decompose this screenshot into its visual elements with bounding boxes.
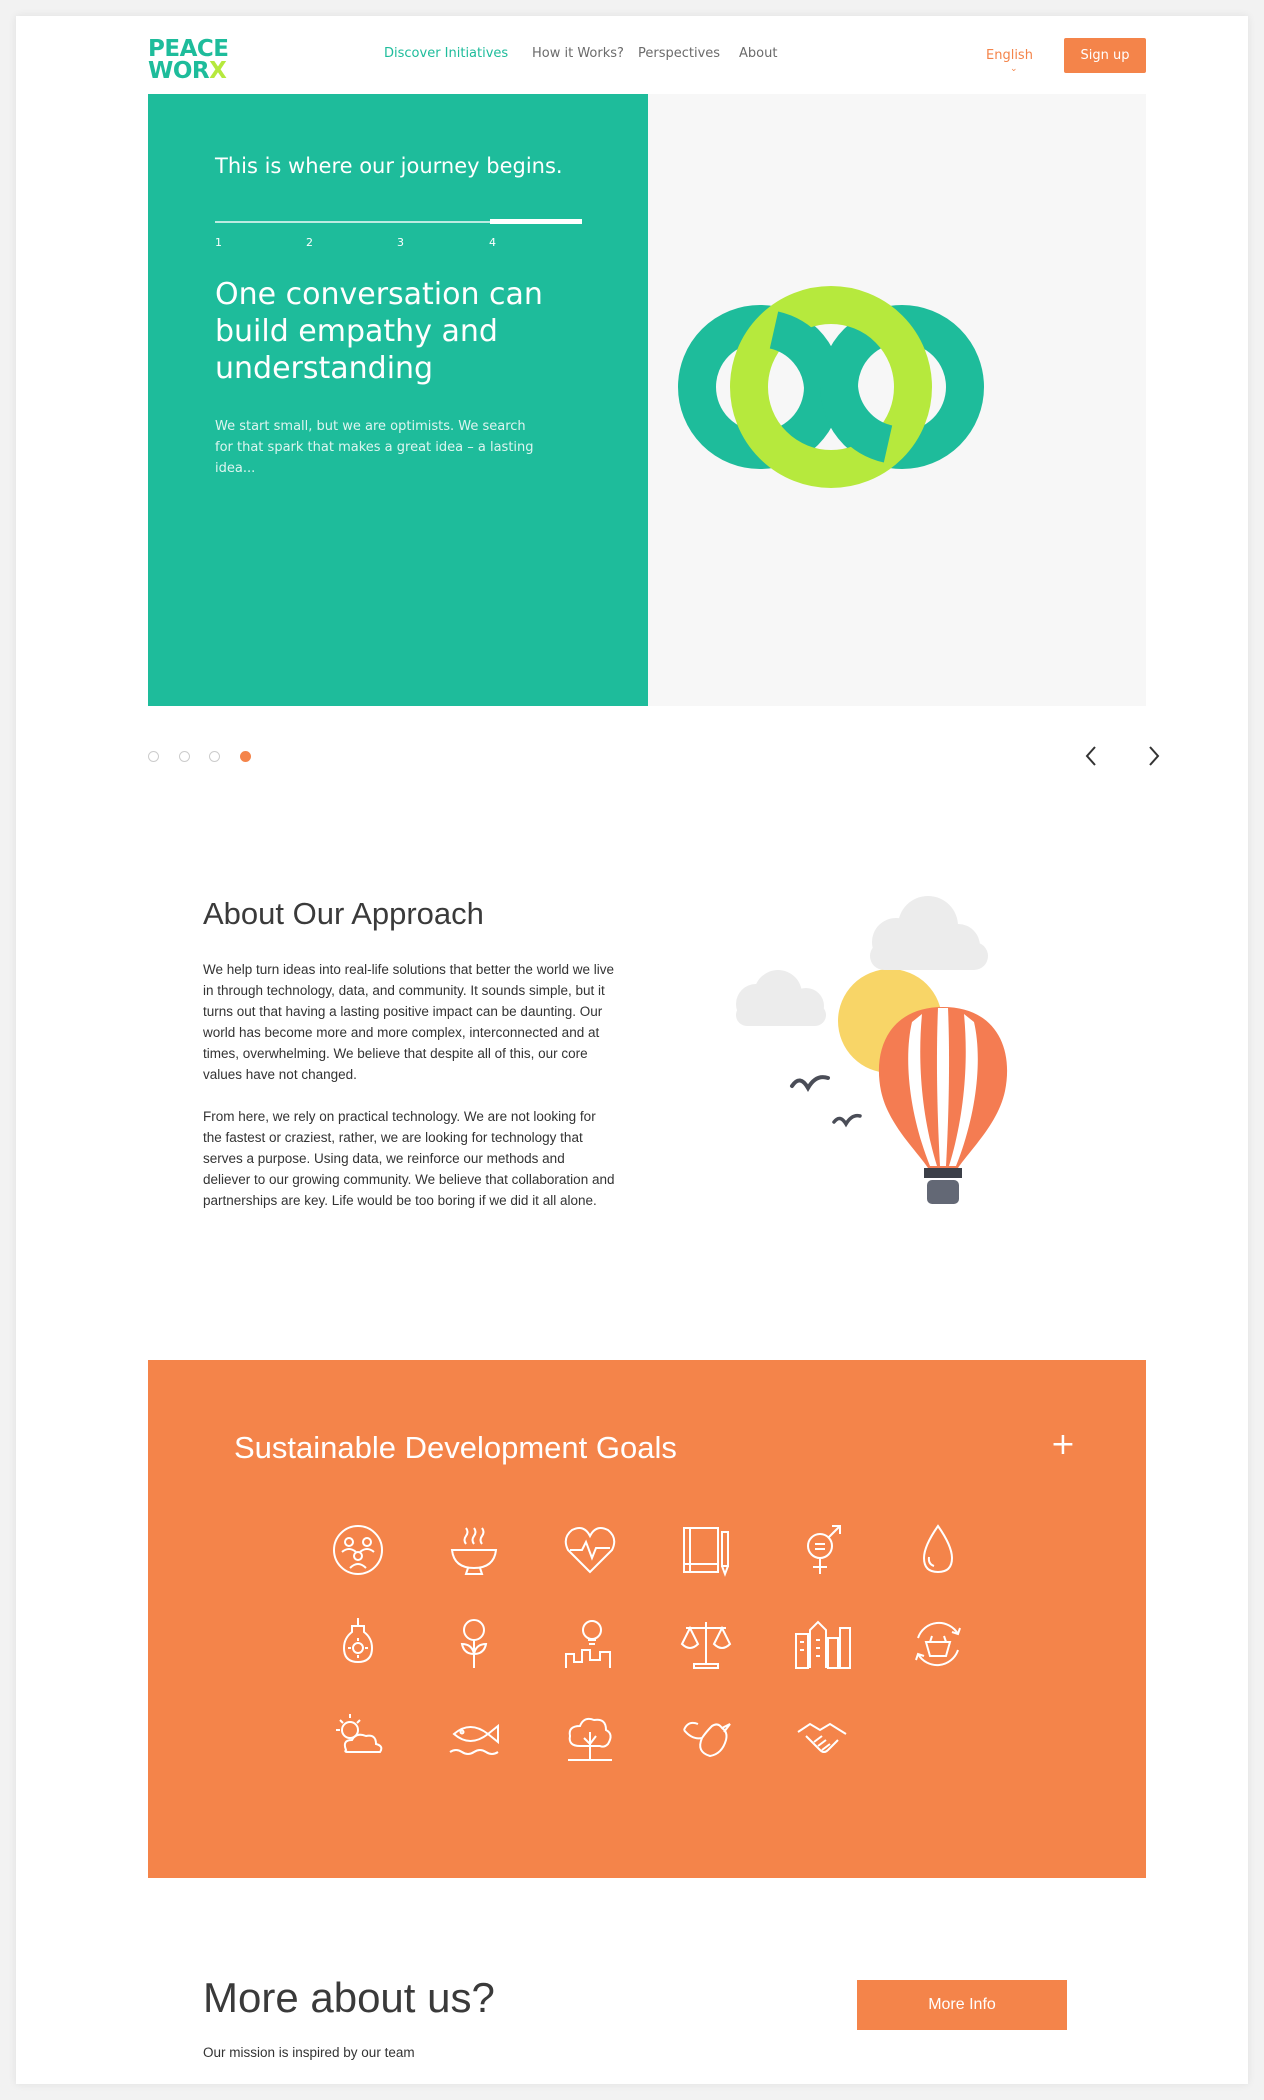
language-selector[interactable]: English ⌄ xyxy=(986,48,1033,74)
zero-hunger-icon[interactable] xyxy=(444,1520,504,1580)
reduced-inequality-icon[interactable] xyxy=(676,1614,736,1674)
hero-panel: This is where our journey begins. 1 2 3 … xyxy=(148,94,648,706)
step-label[interactable]: 3 xyxy=(397,236,404,249)
hero-body: We start small, but we are optimists. We… xyxy=(215,419,534,476)
hero-illustration-panel xyxy=(648,94,1146,706)
carousel-dot[interactable] xyxy=(209,751,220,762)
step-label[interactable]: 4 xyxy=(489,236,496,249)
language-label: English xyxy=(986,48,1033,63)
quality-education-icon[interactable] xyxy=(676,1520,736,1580)
logo-text-peace: PEACE xyxy=(148,36,229,62)
nav-how-it-works[interactable]: How it Works? xyxy=(532,46,624,61)
innovation-icon[interactable] xyxy=(560,1614,620,1674)
responsible-consumption-icon[interactable] xyxy=(908,1614,968,1674)
clean-energy-icon[interactable] xyxy=(328,1614,388,1674)
expand-plus-icon[interactable]: + xyxy=(1048,1430,1078,1460)
chevron-left-icon[interactable] xyxy=(1078,742,1106,770)
chevron-down-icon: ⌄ xyxy=(1010,64,1018,74)
carousel-dot[interactable] xyxy=(148,751,159,762)
life-below-water-icon[interactable] xyxy=(444,1706,504,1766)
logo-text-wor: WOR xyxy=(148,58,210,84)
hot-air-balloon-illustration xyxy=(736,896,1008,1204)
carousel-dot-active[interactable] xyxy=(240,751,251,762)
more-about-title: More about us? xyxy=(203,1974,495,2021)
step-label[interactable]: 2 xyxy=(306,236,313,249)
life-on-land-icon[interactable] xyxy=(560,1706,620,1766)
good-health-icon[interactable] xyxy=(560,1520,620,1580)
about-title: About Our Approach xyxy=(203,896,484,931)
page: PEACE WORX Discover Initiatives How it W… xyxy=(16,16,1248,2084)
nav-perspectives[interactable]: Perspectives xyxy=(638,46,720,61)
logo-text-x: X xyxy=(209,58,227,84)
partnerships-icon[interactable] xyxy=(792,1706,852,1766)
about-paragraph: We help turn ideas into real-life soluti… xyxy=(203,962,614,1082)
gender-equality-icon[interactable] xyxy=(792,1520,852,1580)
clean-water-icon[interactable] xyxy=(908,1520,968,1580)
no-poverty-icon[interactable] xyxy=(328,1520,388,1580)
signup-button[interactable]: Sign up xyxy=(1064,38,1146,73)
sustainable-cities-icon[interactable] xyxy=(792,1614,852,1674)
logo-text-worx: WORX xyxy=(148,58,228,84)
more-info-button[interactable]: More Info xyxy=(857,1980,1067,2030)
climate-action-icon[interactable] xyxy=(328,1706,388,1766)
more-about-subtitle: Our mission is inspired by our team xyxy=(203,2045,415,2060)
peaceworx-logo[interactable]: PEACE WORX xyxy=(148,36,229,84)
step-progress-bar xyxy=(215,219,582,224)
economic-growth-icon[interactable] xyxy=(444,1614,504,1674)
chevron-right-icon[interactable] xyxy=(1139,742,1167,770)
nav-discover-initiatives[interactable]: Discover Initiatives xyxy=(384,46,508,61)
sdg-section: Sustainable Development Goals + xyxy=(148,1360,1146,1878)
peace-justice-icon[interactable] xyxy=(676,1706,736,1766)
hero-title: One conversation can build empathy and u… xyxy=(215,277,543,386)
about-paragraph: From here, we rely on practical technolo… xyxy=(203,1109,615,1208)
interlocking-rings-illustration xyxy=(678,286,984,488)
carousel-dot[interactable] xyxy=(179,751,190,762)
sdg-title: Sustainable Development Goals xyxy=(234,1430,677,1465)
hero-kicker: This is where our journey begins. xyxy=(215,154,563,178)
nav-about[interactable]: About xyxy=(739,46,777,61)
step-label[interactable]: 1 xyxy=(215,236,222,249)
step-progress-fill xyxy=(490,219,582,224)
